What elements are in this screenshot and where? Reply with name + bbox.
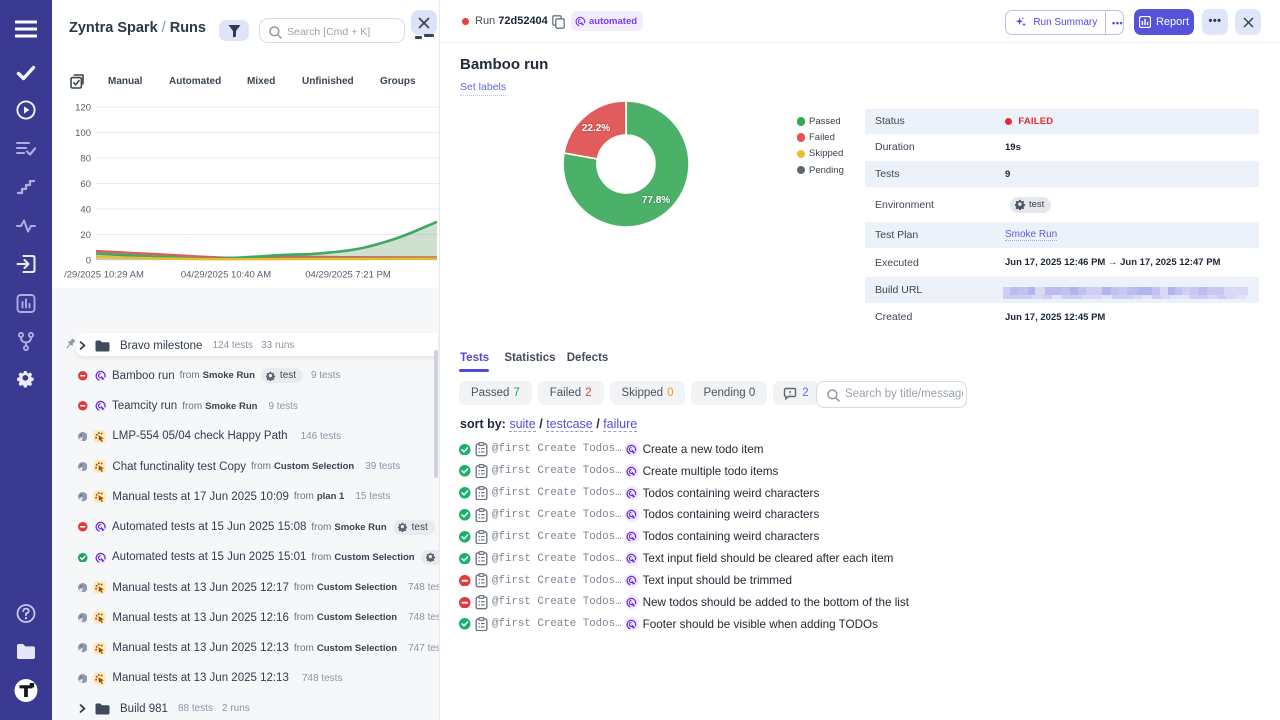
svg-text:80: 80 (80, 154, 91, 165)
svg-text:04/29/2025 7:21 PM: 04/29/2025 7:21 PM (305, 270, 391, 281)
svg-text:100: 100 (75, 128, 91, 139)
svg-text:120: 120 (75, 103, 91, 114)
svg-text:20: 20 (80, 230, 91, 241)
svg-text:/29/2025 10:29 AM: /29/2025 10:29 AM (64, 270, 144, 281)
svg-text:0: 0 (86, 256, 91, 267)
svg-text:22.2%: 22.2% (582, 123, 610, 134)
svg-text:04/29/2025 10:40 AM: 04/29/2025 10:40 AM (181, 270, 271, 281)
svg-text:60: 60 (80, 179, 91, 190)
svg-text:40: 40 (80, 205, 91, 216)
svg-text:77.8%: 77.8% (642, 195, 670, 206)
